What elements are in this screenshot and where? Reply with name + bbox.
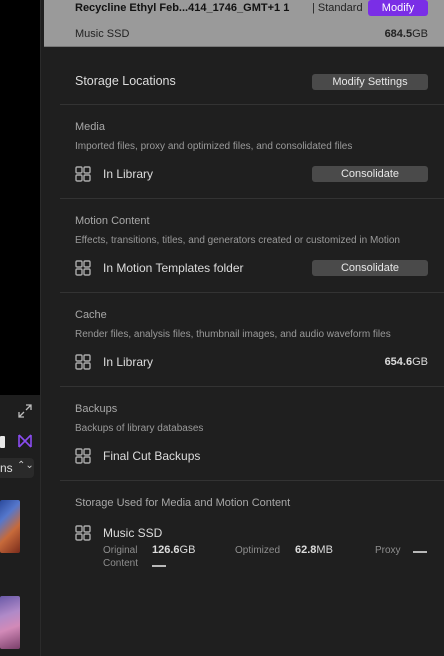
cache-description: Render files, analysis files, thumbnail …	[75, 329, 391, 340]
original-number: 126.6	[152, 544, 180, 556]
divider	[60, 104, 444, 105]
chevron-updown-icon: ⌃⌄	[17, 460, 34, 471]
optimized-unit: MB	[316, 544, 333, 556]
backups-description: Backups of library databases	[75, 423, 204, 434]
optimized-label: Optimized	[235, 545, 281, 556]
location-grid-icon	[75, 525, 91, 541]
modify-settings-button[interactable]: Modify Settings	[312, 74, 428, 90]
cache-size-number: 654.6	[384, 356, 413, 368]
media-description: Imported files, proxy and optimized file…	[75, 141, 353, 152]
backups-location: Final Cut Backups	[103, 449, 201, 463]
proxy-label: Proxy	[375, 545, 401, 556]
original-unit: GB	[179, 544, 196, 556]
view-mode-icon[interactable]	[0, 436, 5, 448]
storage-locations-title: Storage Locations	[75, 74, 176, 88]
divider	[60, 292, 444, 293]
clip-filter-label: ns	[0, 461, 13, 475]
library-name: Recycline Ethyl Feb...414_1746_GMT+1 1	[75, 2, 290, 14]
divider	[60, 480, 444, 481]
location-grid-icon	[75, 166, 91, 182]
cache-title: Cache	[75, 309, 107, 321]
clip-thumbnail[interactable]	[0, 596, 20, 649]
proxy-dash-indicator	[413, 551, 427, 553]
cache-size-unit: GB	[412, 356, 428, 368]
library-disk-size: 684.5GB	[385, 28, 428, 40]
optimized-value: 62.8MB	[295, 544, 333, 556]
disk-size-number: 684.5	[384, 28, 413, 40]
dash-indicator	[152, 565, 166, 567]
motion-description: Effects, transitions, titles, and genera…	[75, 235, 400, 246]
motion-title: Motion Content	[75, 215, 150, 227]
storage-used-disk: Music SSD	[103, 526, 163, 540]
original-label: Original	[103, 545, 138, 556]
media-title: Media	[75, 121, 105, 133]
library-disk-name: Music SSD	[75, 28, 130, 40]
optimized-number: 62.8	[295, 544, 317, 556]
consolidate-motion-button[interactable]: Consolidate	[312, 260, 428, 276]
expand-icon[interactable]	[18, 404, 32, 418]
cache-location: In Library	[103, 355, 154, 369]
motion-location: In Motion Templates folder	[103, 261, 244, 275]
modify-button[interactable]: Modify	[368, 0, 428, 16]
clip-thumbnail[interactable]	[0, 500, 20, 553]
divider	[60, 386, 444, 387]
library-properties-panel: Recycline Ethyl Feb...414_1746_GMT+1 1 |…	[44, 0, 444, 656]
disk-size-unit: GB	[412, 28, 428, 40]
library-type: | Standard	[312, 2, 363, 14]
backups-title: Backups	[75, 403, 118, 415]
location-grid-icon	[75, 260, 91, 276]
consolidate-media-button[interactable]: Consolidate	[312, 166, 428, 182]
media-location: In Library	[103, 167, 154, 181]
original-content-value: 126.6GB	[152, 544, 195, 556]
location-grid-icon	[75, 448, 91, 464]
clip-filter-popup[interactable]: ns ⌃⌄	[0, 458, 34, 478]
storage-used-title: Storage Used for Media and Motion Conten…	[75, 497, 291, 509]
divider	[60, 198, 444, 199]
bowtie-icon[interactable]	[18, 434, 32, 448]
library-header: Recycline Ethyl Feb...414_1746_GMT+1 1 |…	[44, 0, 444, 47]
location-grid-icon	[75, 354, 91, 370]
cache-size: 654.6GB	[385, 356, 428, 368]
content-label: Content	[103, 558, 139, 569]
